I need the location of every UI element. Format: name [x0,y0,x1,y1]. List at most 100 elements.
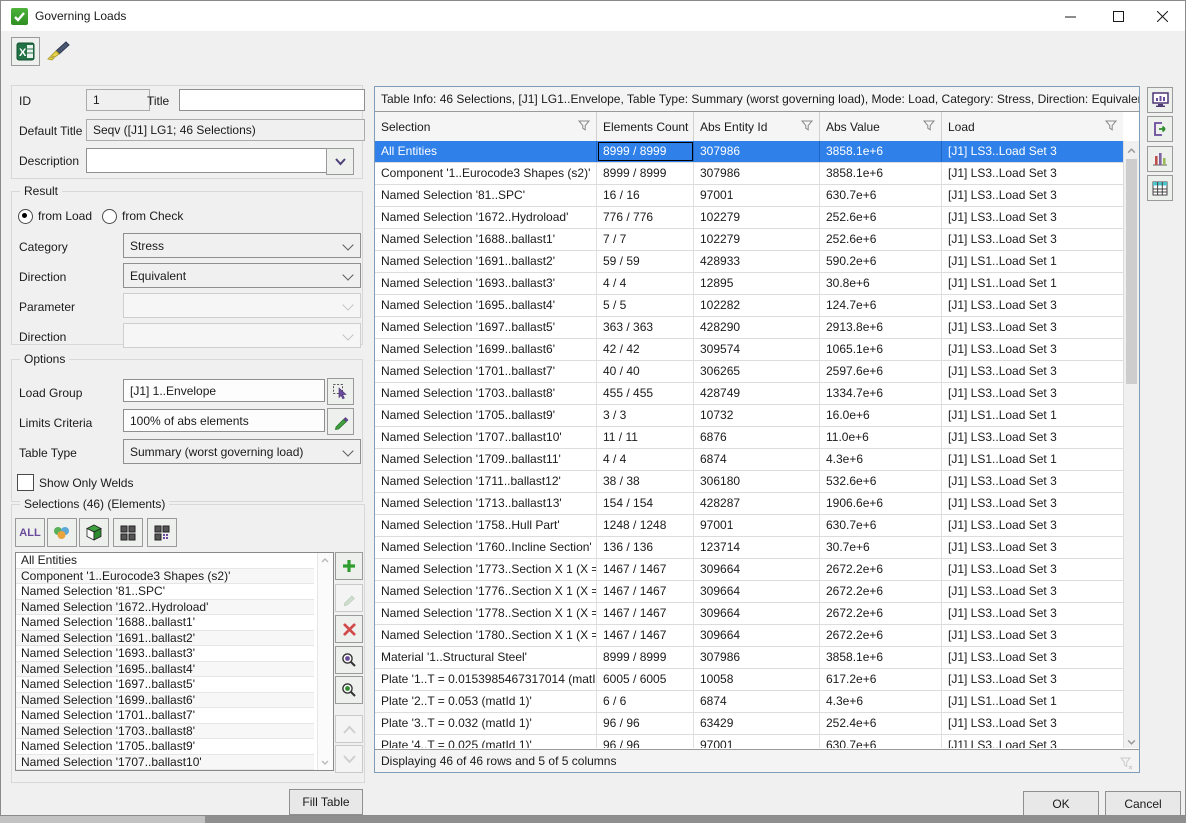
scroll-up-icon[interactable] [1127,145,1136,154]
table-cell[interactable]: 154 / 154 [597,493,694,514]
table-cell[interactable]: Named Selection '1701..ballast7' [375,361,597,382]
table-row[interactable]: Named Selection '1697..ballast5'363 / 36… [375,317,1123,339]
table-cell[interactable]: [J1] LS3..Load Set 3 [942,339,1123,360]
list-item[interactable]: All Entities [16,553,314,569]
chart-button[interactable] [1147,146,1173,172]
table-cell[interactable]: [J1] LS3..Load Set 3 [942,625,1123,646]
table-cell[interactable]: [J1] LS3..Load Set 3 [942,207,1123,228]
table-cell[interactable]: [J1] LS3..Load Set 3 [942,141,1123,162]
selections-listbox[interactable]: All EntitiesComponent '1..Eurocode3 Shap… [15,552,334,771]
show-only-welds-checkbox[interactable] [17,474,34,491]
table-cell[interactable]: [J1] LS3..Load Set 3 [942,229,1123,250]
table-cell[interactable]: 2672.2e+6 [820,625,942,646]
table-cell[interactable]: 136 / 136 [597,537,694,558]
list-item[interactable]: Named Selection '1693..ballast3' [16,646,314,662]
table-cell[interactable]: 4.3e+6 [820,691,942,712]
table-cell[interactable]: [J1] LS3..Load Set 3 [942,537,1123,558]
table-row[interactable]: Named Selection '1773..Section X 1 (X = … [375,559,1123,581]
table-row[interactable]: Plate '1..T = 0.0153985467317014 (matId6… [375,669,1123,691]
table-cell[interactable]: Named Selection '1778..Section X 1 (X = [375,603,597,624]
table-row[interactable]: Named Selection '1693..ballast3'4 / 4128… [375,273,1123,295]
table-cell[interactable]: 1467 / 1467 [597,559,694,580]
table-cell[interactable]: 8999 / 8999 [597,163,694,184]
table-cell[interactable]: 1467 / 1467 [597,603,694,624]
table-row[interactable]: Named Selection '1701..ballast7'40 / 403… [375,361,1123,383]
list-item[interactable]: Named Selection '1695..ballast4' [16,662,314,678]
table-cell[interactable]: 2672.2e+6 [820,603,942,624]
table-cell[interactable]: Named Selection '1713..ballast13' [375,493,597,514]
excel-export-button[interactable]: X [11,37,40,66]
table-cell[interactable]: All Entities [375,141,597,162]
list-item[interactable]: Named Selection '1707..ballast10' [16,755,314,771]
filter-icon[interactable] [1105,120,1117,134]
table-cell[interactable]: 59 / 59 [597,251,694,272]
table-scrollbar[interactable] [1123,141,1139,748]
column-header[interactable]: Abs Entity Id [694,112,820,141]
table-cell[interactable]: Plate '4..T = 0.025 (matId 1)' [375,735,597,748]
table-cell[interactable]: Plate '1..T = 0.0153985467317014 (matId [375,669,597,690]
table-row[interactable]: Component '1..Eurocode3 Shapes (s2)'8999… [375,163,1123,185]
column-header[interactable]: Elements Count [597,112,694,141]
fill-table-button[interactable]: Fill Table [289,789,363,815]
filter-icon[interactable] [578,120,590,134]
table-cell[interactable]: 1467 / 1467 [597,625,694,646]
column-header[interactable]: Selection [375,112,597,141]
table-cell[interactable]: 96 / 96 [597,713,694,734]
table-cell[interactable]: 4 / 4 [597,449,694,470]
table-row[interactable]: Named Selection '1699..ballast6'42 / 423… [375,339,1123,361]
table-cell[interactable]: [J1] LS3..Load Set 3 [942,515,1123,536]
description-field[interactable] [86,148,339,173]
table-cell[interactable]: 428933 [694,251,820,272]
table-cell[interactable]: Named Selection '1773..Section X 1 (X = [375,559,597,580]
table-cell[interactable]: [J1] LS3..Load Set 3 [942,471,1123,492]
table-cell[interactable]: [J1] LS3..Load Set 3 [942,735,1123,748]
list-item[interactable]: Named Selection '1697..ballast5' [16,677,314,693]
table-cell[interactable]: 1248 / 1248 [597,515,694,536]
table-cell[interactable]: 11.0e+6 [820,427,942,448]
table-row[interactable]: Named Selection '1707..ballast10'11 / 11… [375,427,1123,449]
table-cell[interactable]: 63429 [694,713,820,734]
grid-highlight-button[interactable] [147,518,177,547]
table-cell[interactable]: [J1] LS3..Load Set 3 [942,383,1123,404]
table-cell[interactable]: Named Selection '1703..ballast8' [375,383,597,404]
table-cell[interactable]: 532.6e+6 [820,471,942,492]
table-cell[interactable]: 309664 [694,581,820,602]
table-row[interactable]: Named Selection '1672..Hydroload'776 / 7… [375,207,1123,229]
table-cell[interactable]: 630.7e+6 [820,515,942,536]
table-cell[interactable]: [J1] LS1..Load Set 1 [942,251,1123,272]
table-cell[interactable]: 12895 [694,273,820,294]
list-item[interactable]: Named Selection '1699..ballast6' [16,693,314,709]
table-cell[interactable]: Plate '3..T = 0.032 (matId 1)' [375,713,597,734]
table-row[interactable]: Named Selection '1695..ballast4'5 / 5102… [375,295,1123,317]
table-cell[interactable]: [J1] LS3..Load Set 3 [942,427,1123,448]
filter-icon[interactable] [801,120,813,134]
list-item[interactable]: Named Selection '81..SPC' [16,584,314,600]
table-cell[interactable]: 306265 [694,361,820,382]
table-cell[interactable]: 6005 / 6005 [597,669,694,690]
table-row[interactable]: Named Selection '1709..ballast11'4 / 468… [375,449,1123,471]
table-cell[interactable]: 4 / 4 [597,273,694,294]
table-cell[interactable]: Component '1..Eurocode3 Shapes (s2)' [375,163,597,184]
table-cell[interactable]: 307986 [694,163,820,184]
table-cell[interactable]: [J1] LS3..Load Set 3 [942,295,1123,316]
table-cell[interactable]: Named Selection '1776..Section X 1 (X = [375,581,597,602]
table-cell[interactable]: 124.7e+6 [820,295,942,316]
title-field[interactable] [179,89,365,111]
table-cell[interactable]: [J1] LS3..Load Set 3 [942,603,1123,624]
delete-selection-button[interactable] [335,615,363,643]
table-cell[interactable]: 3858.1e+6 [820,141,942,162]
listbox-scrollbar[interactable] [317,553,333,770]
table-row[interactable]: Plate '3..T = 0.032 (matId 1)'96 / 96634… [375,713,1123,735]
table-cell[interactable]: [J1] LS3..Load Set 3 [942,317,1123,338]
table-cell[interactable]: [J1] LS3..Load Set 3 [942,493,1123,514]
table-row[interactable]: Named Selection '1780..Section X 1 (X = … [375,625,1123,647]
table-cell[interactable]: Named Selection '1697..ballast5' [375,317,597,338]
table-cell[interactable]: 11 / 11 [597,427,694,448]
table-cell[interactable]: Named Selection '1693..ballast3' [375,273,597,294]
table-cell[interactable]: 16.0e+6 [820,405,942,426]
scrollbar-thumb[interactable] [1126,159,1137,384]
table-row[interactable]: Named Selection '1760..Incline Section'1… [375,537,1123,559]
table-type-select[interactable]: Summary (worst governing load) [123,439,361,464]
direction-select[interactable]: Equivalent [123,263,361,288]
table-cell[interactable]: [J1] LS3..Load Set 3 [942,669,1123,690]
